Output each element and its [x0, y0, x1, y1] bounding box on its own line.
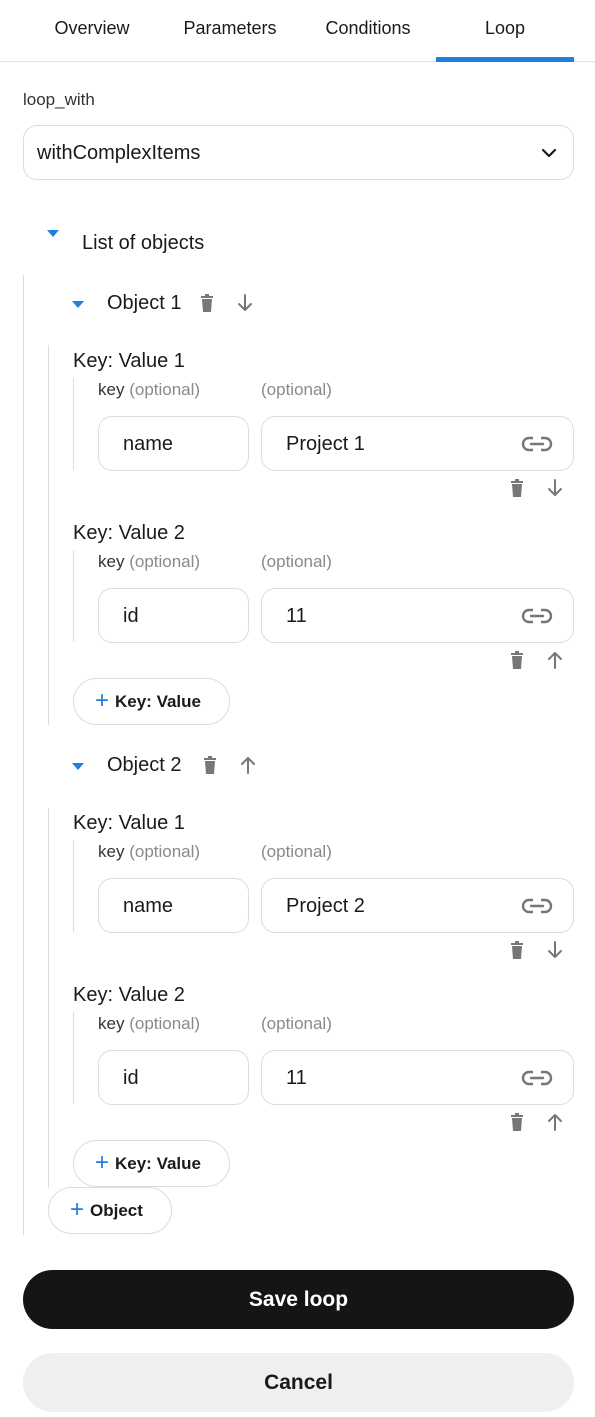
arrow-down-icon[interactable] — [545, 478, 565, 498]
pair-guide-line — [73, 550, 74, 642]
value-input[interactable]: Project 2 — [261, 878, 574, 933]
key-input-value: name — [123, 433, 174, 455]
optional-hint: (optional) — [129, 842, 201, 861]
arrow-down-icon[interactable] — [545, 940, 565, 960]
arrow-up-icon[interactable] — [545, 650, 565, 670]
value-input-value: Project 1 — [286, 433, 365, 455]
object-title: Object 2 — [107, 754, 182, 776]
plus-icon: + — [95, 687, 110, 714]
loop-with-value: withComplexItems — [37, 142, 201, 164]
object-title: Object 1 — [107, 292, 182, 314]
pair-title: Key: Value 1 — [73, 812, 185, 834]
cancel-button[interactable]: Cancel — [23, 1353, 574, 1412]
key-label-text: key — [98, 380, 125, 399]
value-input[interactable]: 11 — [261, 1050, 574, 1105]
loop-with-label: loop_with — [23, 90, 95, 109]
optional-hint: (optional) — [129, 380, 201, 399]
optional-hint: (optional) — [129, 1014, 201, 1033]
key-label: key (optional) — [98, 552, 200, 572]
link-icon[interactable] — [521, 1067, 553, 1089]
key-input[interactable]: name — [98, 416, 249, 471]
list-guide-line — [23, 275, 24, 1235]
value-optional-hint: (optional) — [261, 1014, 332, 1033]
add-key-value-button[interactable]: + Key: Value — [73, 678, 230, 725]
plus-icon: + — [70, 1196, 85, 1223]
trash-icon[interactable] — [197, 293, 217, 313]
plus-icon: + — [95, 1149, 110, 1176]
key-label: key (optional) — [98, 380, 200, 400]
pair-title: Key: Value 1 — [73, 350, 185, 372]
key-label-text: key — [98, 552, 125, 571]
add-key-value-label: Key: Value — [115, 692, 201, 711]
link-icon[interactable] — [521, 605, 553, 627]
trash-icon[interactable] — [507, 1112, 527, 1132]
pair-title: Key: Value 2 — [73, 984, 185, 1006]
chevron-down-icon — [541, 148, 557, 158]
value-optional-hint: (optional) — [261, 842, 332, 861]
value-input-value: Project 2 — [286, 895, 365, 917]
arrow-down-icon[interactable] — [235, 293, 255, 313]
key-input[interactable]: name — [98, 878, 249, 933]
trash-icon[interactable] — [507, 478, 527, 498]
trash-icon[interactable] — [507, 940, 527, 960]
save-loop-button[interactable]: Save loop — [23, 1270, 574, 1329]
trash-icon[interactable] — [507, 650, 527, 670]
trash-icon[interactable] — [200, 755, 220, 775]
add-object-label: Object — [90, 1201, 143, 1220]
value-input[interactable]: 11 — [261, 588, 574, 643]
object-guide-line — [48, 808, 49, 1188]
add-object-button[interactable]: + Object — [48, 1187, 172, 1234]
key-input-value: name — [123, 895, 174, 917]
list-of-objects-title: List of objects — [82, 232, 205, 254]
value-input-value: 11 — [286, 1067, 307, 1089]
key-input[interactable]: id — [98, 1050, 249, 1105]
key-label-text: key — [98, 842, 125, 861]
key-label-text: key — [98, 1014, 125, 1033]
caret-down-icon[interactable] — [47, 230, 59, 237]
tab-loop[interactable]: Loop — [436, 0, 574, 62]
key-label: key (optional) — [98, 1014, 200, 1034]
loop-with-select[interactable]: withComplexItems — [23, 125, 574, 180]
add-key-value-button[interactable]: + Key: Value — [73, 1140, 230, 1187]
optional-hint: (optional) — [129, 552, 201, 571]
caret-down-icon[interactable] — [72, 763, 84, 770]
object-guide-line — [48, 345, 49, 725]
link-icon[interactable] — [521, 433, 553, 455]
value-input-value: 11 — [286, 605, 307, 627]
pair-guide-line — [73, 840, 74, 932]
arrow-up-icon[interactable] — [545, 1112, 565, 1132]
tab-parameters[interactable]: Parameters — [160, 0, 300, 62]
caret-down-icon[interactable] — [72, 301, 84, 308]
tab-bar: Overview Parameters Conditions Loop — [0, 0, 595, 62]
key-input[interactable]: id — [98, 588, 249, 643]
value-input[interactable]: Project 1 — [261, 416, 574, 471]
pair-guide-line — [73, 1012, 74, 1104]
tab-conditions[interactable]: Conditions — [298, 0, 438, 62]
value-optional-hint: (optional) — [261, 552, 332, 571]
arrow-up-icon[interactable] — [238, 755, 258, 775]
key-input-value: id — [123, 1067, 139, 1089]
value-optional-hint: (optional) — [261, 380, 332, 399]
key-label: key (optional) — [98, 842, 200, 862]
tab-overview[interactable]: Overview — [22, 0, 162, 62]
pair-guide-line — [73, 378, 74, 470]
key-input-value: id — [123, 605, 139, 627]
pair-title: Key: Value 2 — [73, 522, 185, 544]
link-icon[interactable] — [521, 895, 553, 917]
add-key-value-label: Key: Value — [115, 1154, 201, 1173]
